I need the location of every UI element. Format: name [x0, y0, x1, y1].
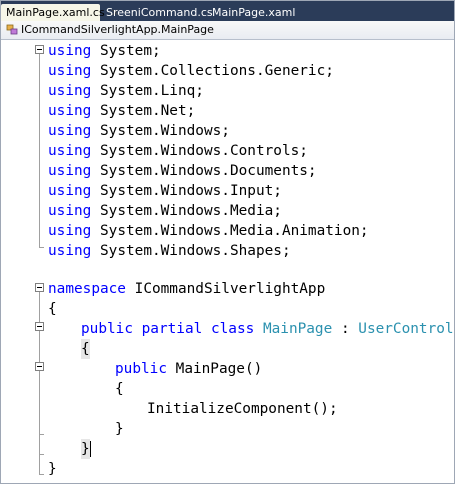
- code-line: using System.Net;: [48, 103, 196, 119]
- tab-mainpage-xaml[interactable]: MainPage.xaml: [207, 4, 297, 21]
- outline-end: [39, 474, 44, 475]
- document-tab-bar: MainPage.xaml.cs ✕ SreeniCommand.cs MainP…: [1, 1, 454, 21]
- outline-end: [39, 454, 44, 455]
- tab-sreenicommand-cs[interactable]: SreeniCommand.cs: [101, 4, 213, 21]
- code-line: public partial class MainPage : UserCont…: [81, 321, 454, 337]
- code-line: using System.Windows.Media.Animation;: [48, 223, 369, 239]
- code-line: using System.Windows.Shapes;: [48, 243, 291, 259]
- code-line: InitializeComponent();: [147, 401, 338, 417]
- outline-end: [39, 247, 44, 248]
- collapse-icon[interactable]: [35, 45, 44, 54]
- code-area[interactable]: using System; using System.Collections.G…: [1, 41, 454, 483]
- type-navigation-bar[interactable]: ICommandSilverlightApp.MainPage: [1, 21, 454, 40]
- type-selector[interactable]: ICommandSilverlightApp.MainPage: [21, 21, 214, 39]
- outline-end: [39, 434, 44, 435]
- tab-label: MainPage.xaml.cs: [6, 6, 105, 19]
- collapse-icon[interactable]: [35, 283, 44, 292]
- code-line: using System.Windows;: [48, 123, 230, 139]
- tab-label: SreeniCommand.cs: [106, 6, 213, 19]
- code-line: using System;: [48, 43, 161, 59]
- code-line: }: [81, 439, 90, 459]
- code-line: }: [115, 421, 124, 437]
- code-line: {: [115, 381, 124, 397]
- collapse-icon[interactable]: [35, 322, 44, 331]
- code-line: namespace ICommandSilverlightApp: [48, 281, 326, 297]
- code-line: using System.Windows.Input;: [48, 183, 282, 199]
- code-line: using System.Linq;: [48, 83, 204, 99]
- outline-line: [39, 54, 40, 248]
- code-line: using System.Windows.Controls;: [48, 143, 308, 159]
- outlining-margin: [1, 41, 29, 483]
- code-editor-window: MainPage.xaml.cs ✕ SreeniCommand.cs MainP…: [0, 0, 455, 484]
- code-line: public MainPage(): [115, 361, 263, 377]
- code-line: using System.Windows.Media;: [48, 203, 282, 219]
- code-line: {: [81, 339, 90, 359]
- class-icon: [6, 24, 18, 35]
- tab-mainpage-xaml-cs[interactable]: MainPage.xaml.cs ✕: [1, 4, 119, 21]
- code-line: using System.Windows.Documents;: [48, 163, 317, 179]
- tab-label: MainPage.xaml: [212, 6, 296, 19]
- code-line: using System.Collections.Generic;: [48, 63, 334, 79]
- outline-line: [39, 292, 40, 475]
- code-line: {: [48, 301, 57, 317]
- text-caret: [90, 441, 91, 457]
- code-line: }: [48, 461, 57, 477]
- collapse-icon[interactable]: [35, 362, 44, 371]
